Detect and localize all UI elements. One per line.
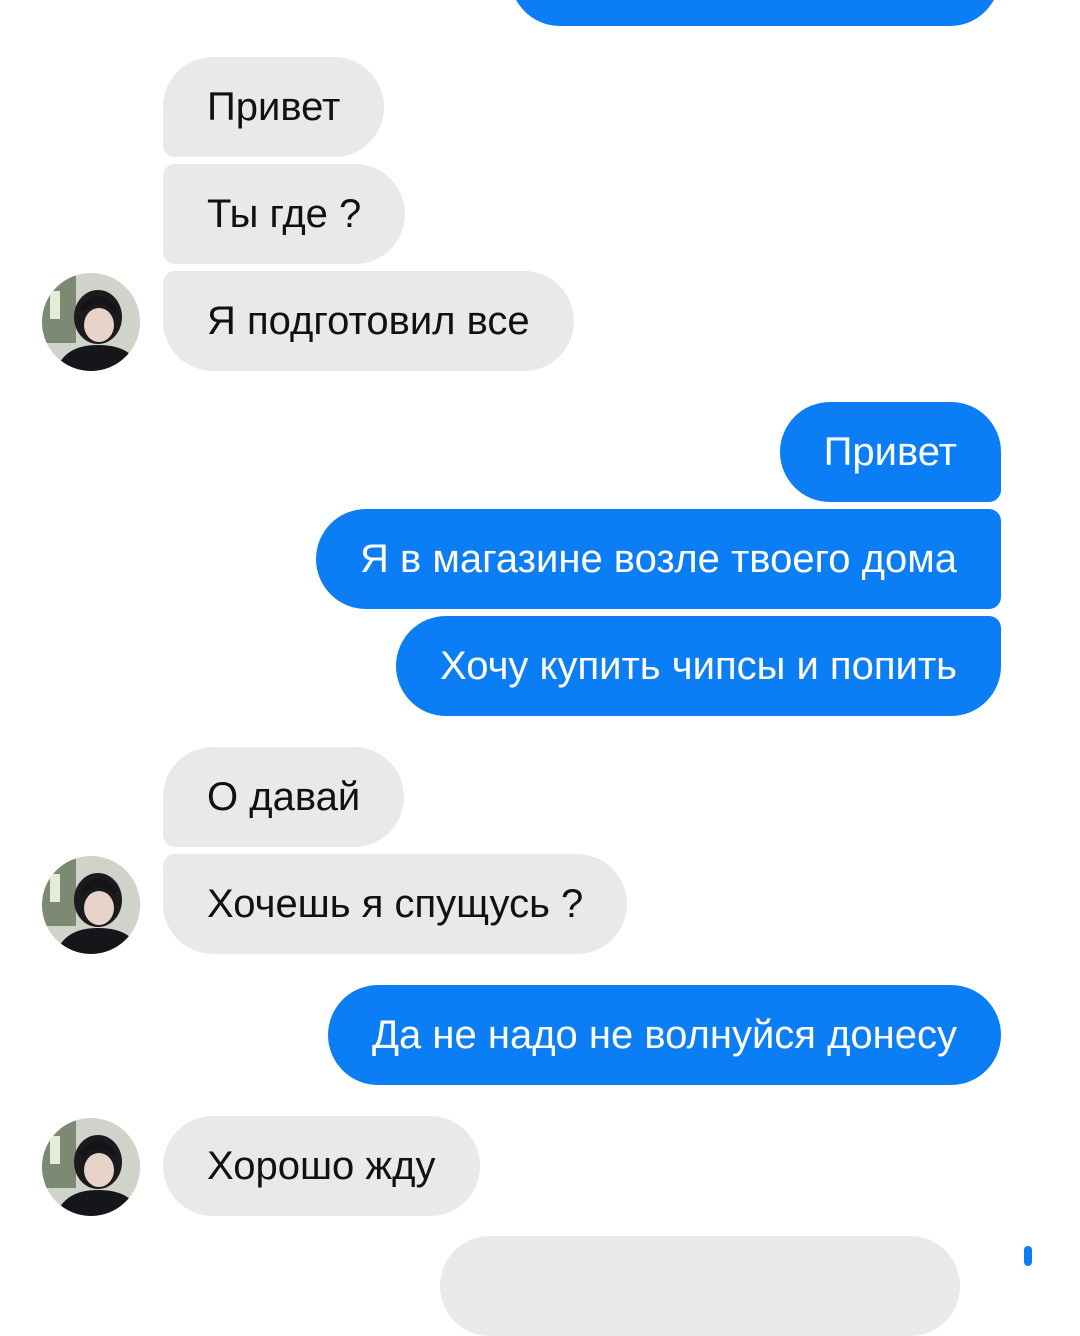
message-bubble-outgoing[interactable]: Привет — [779, 402, 1001, 502]
contact-avatar[interactable] — [42, 856, 140, 954]
contact-avatar-icon — [42, 273, 140, 371]
contact-avatar-icon — [42, 856, 140, 954]
message-bubble-incoming[interactable]: Хорошо жду — [163, 1116, 480, 1216]
message-bubble-outgoing[interactable]: Я в магазине возле твоего дома — [316, 509, 1001, 609]
message-bubble-outgoing-cut-off[interactable] — [510, 0, 1000, 26]
contact-avatar[interactable] — [42, 273, 140, 371]
message-bubble-outgoing[interactable]: Да не надо не волнуйся донесу — [327, 985, 1001, 1085]
scroll-indicator — [1024, 1246, 1032, 1266]
contact-avatar-icon — [42, 1118, 140, 1216]
message-bubble-outgoing[interactable]: Хочу купить чипсы и попить — [395, 616, 1001, 716]
message-bubble-incoming[interactable]: Привет — [163, 57, 385, 157]
message-bubble-incoming[interactable]: Я подготовил все — [163, 271, 574, 371]
message-bubble-incoming-cut-off[interactable] — [440, 1236, 960, 1336]
message-bubble-incoming[interactable]: Ты где ? — [163, 164, 406, 264]
contact-avatar[interactable] — [42, 1118, 140, 1216]
message-bubble-incoming[interactable]: Хочешь я спущусь ? — [163, 854, 628, 954]
message-bubble-incoming[interactable]: О давай — [163, 747, 405, 847]
